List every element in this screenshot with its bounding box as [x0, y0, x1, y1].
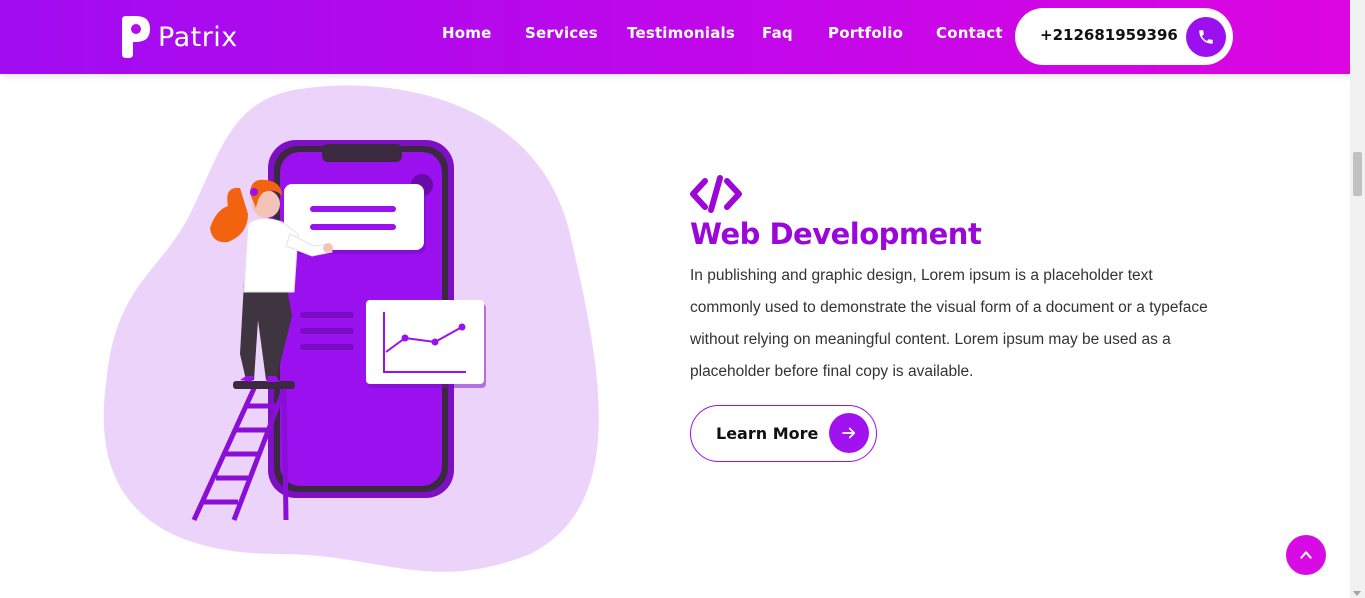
scroll-down-arrow-icon[interactable]: [1353, 591, 1361, 596]
page-scrollbar[interactable]: [1350, 0, 1365, 598]
brand-name: Patrix: [158, 21, 238, 53]
logo-p-icon: [120, 16, 150, 58]
nav-faq[interactable]: Faq: [762, 24, 793, 42]
phone-number: +212681959396: [1040, 26, 1178, 44]
web-development-illustration: [100, 84, 610, 574]
chart-card-graphic: [366, 300, 486, 388]
nav-portfolio[interactable]: Portfolio: [828, 24, 903, 42]
nav-testimonials[interactable]: Testimonials: [627, 24, 735, 42]
learn-more-button[interactable]: Learn More: [690, 405, 877, 462]
ladder-platform: [233, 381, 295, 389]
arrow-right-icon: [829, 413, 869, 453]
nav-services[interactable]: Services: [525, 24, 598, 42]
nav-home[interactable]: Home: [442, 24, 491, 42]
phone-icon: [1186, 17, 1226, 57]
scroll-to-top-button[interactable]: [1286, 535, 1326, 575]
scrollbar-thumb[interactable]: [1353, 152, 1362, 196]
site-header: Patrix Home Services Testimonials Faq Po…: [0, 0, 1350, 74]
service-section: Web Development In publishing and graphi…: [690, 175, 1230, 462]
brand-logo[interactable]: Patrix: [120, 16, 238, 58]
chevron-up-icon: [1300, 551, 1312, 559]
learn-more-label: Learn More: [716, 424, 819, 443]
nav-contact[interactable]: Contact: [936, 24, 1003, 42]
phone-call-button[interactable]: +212681959396: [1015, 8, 1233, 65]
service-description: In publishing and graphic design, Lorem …: [690, 267, 1208, 380]
service-title: Web Development: [690, 217, 982, 251]
code-icon: [690, 175, 742, 213]
